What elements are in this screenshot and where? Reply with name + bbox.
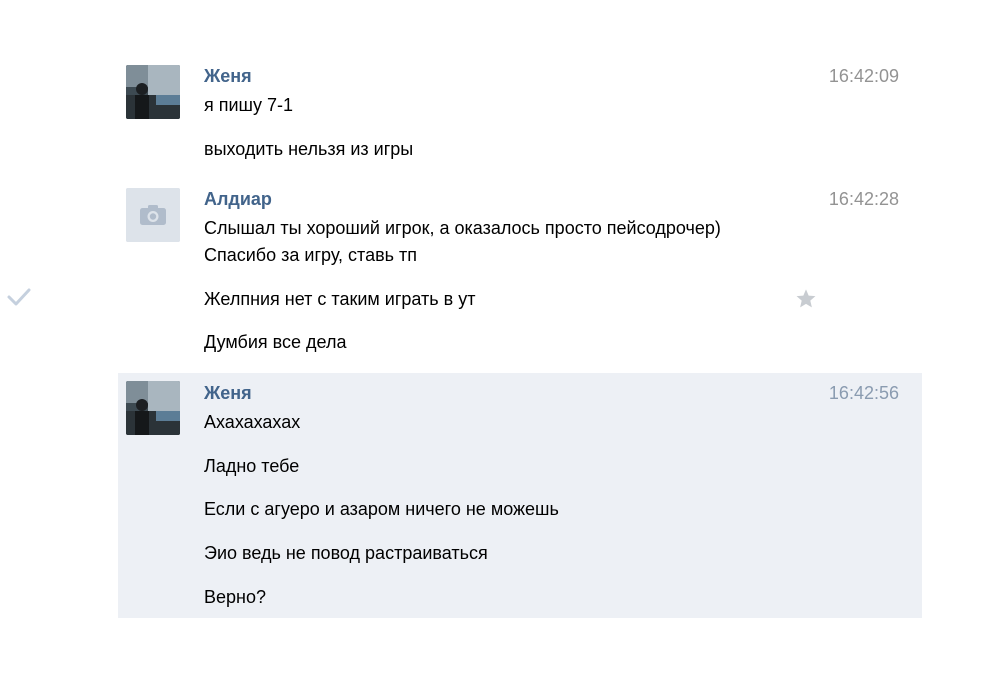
message-text: Если с агуеро и азаром ничего не можешь [204,499,559,519]
message-text: Ладно тебе [204,456,300,476]
message-text: Слышал ты хороший игрок, а оказалось про… [204,218,721,238]
message-text: Эио ведь не повод растраиваться [204,543,488,563]
message-group[interactable]: Женя 16:42:09 я пишу 7-1 выходить нельзя… [118,55,922,175]
avatar[interactable] [126,188,180,242]
chat-history: Женя 16:42:09 я пишу 7-1 выходить нельзя… [0,0,1000,700]
message-group-highlighted[interactable]: Женя 16:42:56 Ахахахахах Ладно тебе Если… [118,373,922,618]
avatar[interactable] [126,381,180,435]
message-text: Желпния нет с таким играть в ут [204,289,476,309]
message-text: Спасибо за игру, ставь тп [204,245,418,265]
message-text: выходить нельзя из игры [204,139,414,159]
avatar[interactable] [126,65,180,119]
checkmark-icon[interactable] [6,287,32,307]
camera-placeholder-icon [126,188,180,242]
sender-name[interactable]: Алдиар [204,188,272,210]
message-time[interactable]: 16:42:09 [829,65,899,87]
message-time[interactable]: 16:42:28 [829,188,899,210]
sender-name[interactable]: Женя [204,65,252,87]
message-time[interactable]: 16:42:56 [829,382,899,404]
message-text: Думбия все дела [204,332,347,352]
sender-name[interactable]: Женя [204,382,252,404]
message-text: Ахахахахах [204,412,301,432]
message-text: я пишу 7-1 [204,95,294,115]
message-text: Верно? [204,587,266,607]
message-group[interactable]: Алдиар 16:42:28 Слышал ты хороший игрок,… [118,178,922,368]
